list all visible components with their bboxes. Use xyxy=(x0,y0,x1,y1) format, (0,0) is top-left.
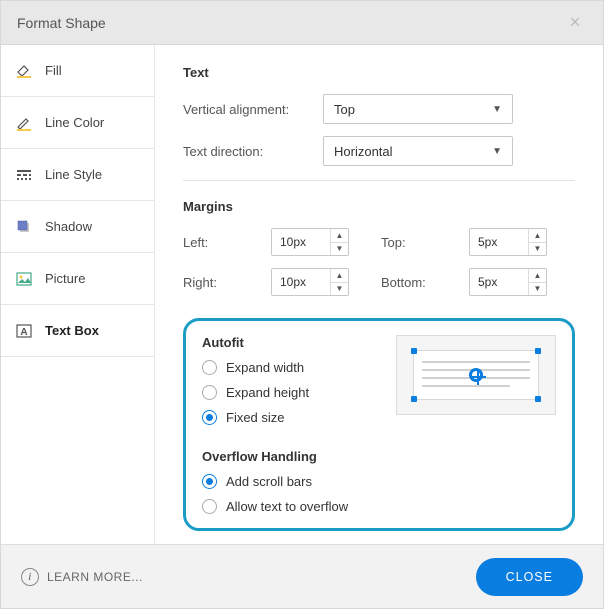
spinner-buttons: ▲ ▼ xyxy=(330,269,348,295)
radio-label: Expand width xyxy=(226,360,304,375)
margin-top-input[interactable]: 5px ▲ ▼ xyxy=(469,228,547,256)
dialog-title: Format Shape xyxy=(17,15,106,31)
tab-label: Shadow xyxy=(45,219,92,234)
direction-label: Text direction: xyxy=(183,144,323,159)
spin-down[interactable]: ▼ xyxy=(529,283,546,296)
caret-down-icon: ▼ xyxy=(492,104,502,115)
tab-label: Line Style xyxy=(45,167,102,182)
margin-right-input[interactable]: 10px ▲ ▼ xyxy=(271,268,349,296)
margin-left-value: 10px xyxy=(272,229,330,255)
overflow-section-title: Overflow Handling xyxy=(202,449,556,464)
highlighted-region: Autofit Expand width Expand height xyxy=(183,318,575,531)
spin-up[interactable]: ▲ xyxy=(529,229,546,243)
text-direction-row: Text direction: Horizontal ▼ xyxy=(183,136,575,166)
spinner-buttons: ▲ ▼ xyxy=(528,229,546,255)
autofit-radio-group: Expand width Expand height Fixed size xyxy=(202,360,376,425)
close-button[interactable]: CLOSE xyxy=(476,558,583,596)
svg-text:A: A xyxy=(20,327,27,338)
line-color-icon xyxy=(15,114,33,132)
line-style-icon xyxy=(15,166,33,184)
picture-icon xyxy=(15,270,33,288)
autofit-preview xyxy=(396,335,556,415)
tab-text-box[interactable]: A Text Box xyxy=(1,305,154,357)
radio-label: Allow text to overflow xyxy=(226,499,348,514)
learn-more-label: LEARN MORE... xyxy=(47,570,143,584)
radio-expand-width[interactable]: Expand width xyxy=(202,360,376,375)
content-panel: Text Vertical alignment: Top ▼ Text dire… xyxy=(155,45,603,544)
margin-bottom-input[interactable]: 5px ▲ ▼ xyxy=(469,268,547,296)
margin-right-label: Right: xyxy=(183,275,243,290)
radio-circle xyxy=(202,410,217,425)
valign-label: Vertical alignment: xyxy=(183,102,323,117)
spin-down[interactable]: ▼ xyxy=(331,283,348,296)
tab-line-style[interactable]: Line Style xyxy=(1,149,154,201)
tab-label: Line Color xyxy=(45,115,104,130)
direction-value: Horizontal xyxy=(334,144,393,159)
radio-label: Add scroll bars xyxy=(226,474,312,489)
margin-top-value: 5px xyxy=(470,229,528,255)
radio-add-scrollbars[interactable]: Add scroll bars xyxy=(202,474,556,489)
spin-up[interactable]: ▲ xyxy=(529,269,546,283)
text-section-title: Text xyxy=(183,65,575,80)
titlebar: Format Shape × xyxy=(1,1,603,45)
margin-top-label: Top: xyxy=(381,235,441,250)
tab-label: Picture xyxy=(45,271,85,286)
spinner-buttons: ▲ ▼ xyxy=(528,269,546,295)
radio-circle xyxy=(202,360,217,375)
tab-shadow[interactable]: Shadow xyxy=(1,201,154,253)
direction-dropdown[interactable]: Horizontal ▼ xyxy=(323,136,513,166)
tab-line-color[interactable]: Line Color xyxy=(1,97,154,149)
fill-icon xyxy=(15,62,33,80)
margin-left-input[interactable]: 10px ▲ ▼ xyxy=(271,228,349,256)
tab-label: Text Box xyxy=(45,323,99,338)
text-box-icon: A xyxy=(15,322,33,340)
radio-allow-overflow[interactable]: Allow text to overflow xyxy=(202,499,556,514)
spin-up[interactable]: ▲ xyxy=(331,269,348,283)
valign-value: Top xyxy=(334,102,355,117)
shadow-icon xyxy=(15,218,33,236)
margins-grid: Left: 10px ▲ ▼ Top: 5px ▲ ▼ Right: xyxy=(183,228,575,296)
radio-label: Fixed size xyxy=(226,410,285,425)
margin-bottom-value: 5px xyxy=(470,269,528,295)
overflow-radio-group: Add scroll bars Allow text to overflow xyxy=(202,474,556,514)
vertical-alignment-row: Vertical alignment: Top ▼ xyxy=(183,94,575,124)
spin-down[interactable]: ▼ xyxy=(529,243,546,256)
radio-label: Expand height xyxy=(226,385,309,400)
spin-down[interactable]: ▼ xyxy=(331,243,348,256)
move-icon xyxy=(469,368,483,382)
margin-right-value: 10px xyxy=(272,269,330,295)
autofit-section-title: Autofit xyxy=(202,335,376,350)
caret-down-icon: ▼ xyxy=(492,146,502,157)
radio-expand-height[interactable]: Expand height xyxy=(202,385,376,400)
tab-label: Fill xyxy=(45,63,62,78)
tab-fill[interactable]: Fill xyxy=(1,45,154,97)
valign-dropdown[interactable]: Top ▼ xyxy=(323,94,513,124)
radio-circle xyxy=(202,499,217,514)
radio-fixed-size[interactable]: Fixed size xyxy=(202,410,376,425)
margin-bottom-label: Bottom: xyxy=(381,275,441,290)
dialog-footer: i LEARN MORE... CLOSE xyxy=(1,544,603,608)
info-icon: i xyxy=(21,568,39,586)
autofit-row: Autofit Expand width Expand height xyxy=(202,335,556,435)
margins-section-title: Margins xyxy=(183,199,575,214)
spin-up[interactable]: ▲ xyxy=(331,229,348,243)
close-button-label: CLOSE xyxy=(506,570,553,584)
radio-circle xyxy=(202,385,217,400)
dialog-body: Fill Line Color Line Style Shadow xyxy=(1,45,603,544)
learn-more-link[interactable]: i LEARN MORE... xyxy=(21,568,143,586)
spinner-buttons: ▲ ▼ xyxy=(330,229,348,255)
margin-left-label: Left: xyxy=(183,235,243,250)
sidebar: Fill Line Color Line Style Shadow xyxy=(1,45,155,544)
format-shape-dialog: Format Shape × Fill Line Color Lin xyxy=(0,0,604,609)
tab-picture[interactable]: Picture xyxy=(1,253,154,305)
separator xyxy=(183,180,575,181)
close-icon[interactable]: × xyxy=(563,12,587,33)
radio-circle xyxy=(202,474,217,489)
